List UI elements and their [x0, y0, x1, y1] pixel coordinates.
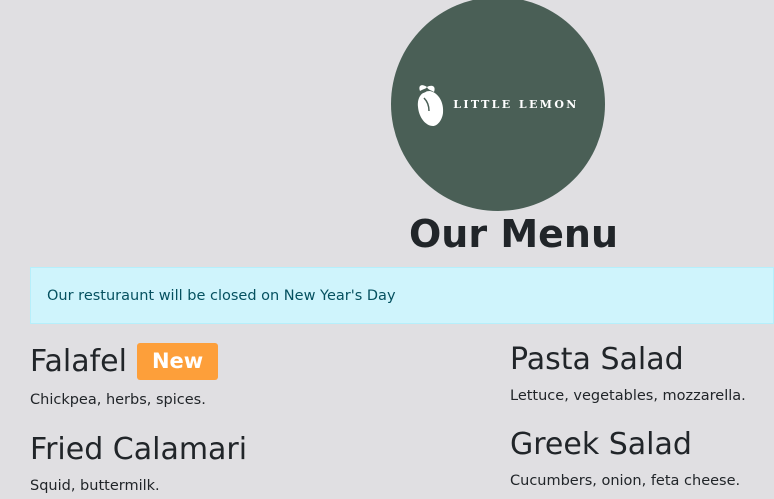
menu-item-name: Fried Calamari — [30, 432, 248, 467]
menu-item-name: Pasta Salad — [510, 342, 684, 377]
menu-item-name: Greek Salad — [510, 427, 692, 462]
menu-item-fried-calamari: Fried Calamari Squid, buttermilk. — [30, 432, 247, 494]
menu-item-description: Cucumbers, onion, feta cheese. — [510, 473, 741, 489]
closure-alert: Our resturaunt will be closed on New Yea… — [30, 267, 774, 324]
menu-item-falafel: Falafel New Chickpea, herbs, spices. — [30, 343, 219, 409]
logo[interactable]: LITTLE LEMON — [391, 0, 605, 211]
menu-item-title: Falafel New — [30, 343, 219, 381]
menu-item-description: Squid, buttermilk. — [30, 478, 160, 494]
page-title: Our Menu — [409, 212, 619, 256]
logo-text: LITTLE LEMON — [453, 97, 579, 111]
lemon-icon — [418, 85, 444, 126]
alert-message: Our resturaunt will be closed on New Yea… — [47, 287, 396, 304]
menu-item-pasta-salad: Pasta Salad Lettuce, vegetables, mozzare… — [510, 342, 746, 404]
menu-item-greek-salad: Greek Salad Cucumbers, onion, feta chees… — [510, 427, 740, 489]
menu-item-name: Falafel — [30, 343, 127, 379]
menu-item-description: Lettuce, vegetables, mozzarella. — [510, 388, 746, 404]
menu-item-description: Chickpea, herbs, spices. — [30, 392, 206, 409]
new-badge: New — [136, 343, 219, 381]
logo-content: LITTLE LEMON — [417, 81, 579, 127]
